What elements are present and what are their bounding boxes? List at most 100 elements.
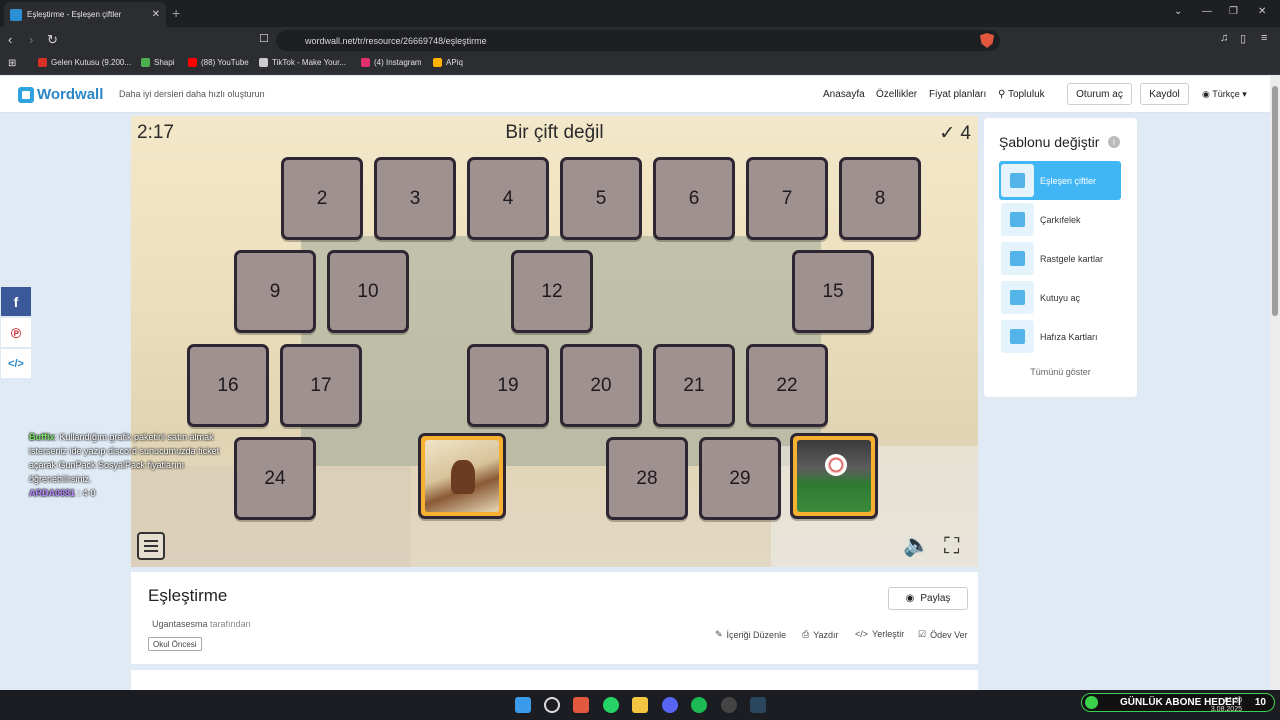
- template-wheel[interactable]: Çarkıfelek: [999, 200, 1121, 239]
- steam-icon[interactable]: [750, 697, 766, 713]
- brave-shield-icon[interactable]: [980, 33, 994, 48]
- card-28[interactable]: 28: [606, 437, 688, 520]
- card-3[interactable]: 3: [374, 157, 456, 240]
- bookmark-shapi[interactable]: Shapi: [141, 58, 174, 67]
- embed-link[interactable]: </> Yerleştir: [855, 629, 904, 639]
- address-bar[interactable]: wordwall.net/tr/resource/26669748/eşleşt…: [276, 30, 1000, 51]
- language-selector[interactable]: ◉ Türkçe ▾: [1202, 89, 1247, 100]
- card-20[interactable]: 20: [560, 344, 642, 427]
- pinterest-icon: ℗: [10, 324, 22, 341]
- card-17[interactable]: 17: [280, 344, 362, 427]
- card-5[interactable]: 5: [560, 157, 642, 240]
- tab-title: Eşleştirme - Eşleşen çiftler: [27, 10, 122, 19]
- template-matching-pairs[interactable]: Eşleşen çiftler: [999, 161, 1121, 200]
- edit-content-link[interactable]: ✎ İçeriği Düzenle: [715, 629, 786, 640]
- info-icon[interactable]: i: [1108, 136, 1120, 148]
- tab-search-icon[interactable]: ⌄: [1174, 6, 1182, 17]
- brave-browser-icon[interactable]: [573, 697, 589, 713]
- pinterest-share-button[interactable]: ℗: [1, 318, 31, 347]
- shapi-icon: [141, 58, 150, 67]
- template-random-cards[interactable]: Rastgele kartlar: [999, 239, 1121, 278]
- card-15[interactable]: 15: [792, 250, 874, 333]
- template-switcher-panel: Şablonu değiştir i Eşleşen çiftler Çarkı…: [984, 118, 1137, 397]
- browser-toolbar: ‹ › ↻ ☐ wordwall.net/tr/resource/2666974…: [0, 27, 1280, 54]
- login-button[interactable]: Oturum aç: [1067, 83, 1132, 105]
- card-24[interactable]: 24: [234, 437, 316, 520]
- facebook-share-button[interactable]: f: [1, 287, 31, 316]
- card-9[interactable]: 9: [234, 250, 316, 333]
- forward-icon[interactable]: ›: [29, 32, 33, 47]
- card-29[interactable]: 29: [699, 437, 781, 520]
- card-21[interactable]: 21: [653, 344, 735, 427]
- print-link[interactable]: ⎙ Yazdır: [802, 629, 839, 640]
- new-tab-button[interactable]: +: [172, 5, 180, 21]
- taskbar-search-icon[interactable]: [544, 697, 560, 713]
- card-2[interactable]: 2: [281, 157, 363, 240]
- share-button[interactable]: ◉ Paylaş: [888, 587, 968, 610]
- minimize-icon[interactable]: —: [1202, 6, 1212, 17]
- nav-pricing[interactable]: Fiyat planları: [929, 89, 986, 100]
- system-clock[interactable]: 01:30 3.08.2025: [1211, 696, 1242, 714]
- obs-icon[interactable]: [721, 697, 737, 713]
- flash-cards-icon: [1001, 320, 1034, 353]
- assign-link[interactable]: ☑ Ödev Ver: [918, 629, 968, 640]
- card-7[interactable]: 7: [746, 157, 828, 240]
- nav-home[interactable]: Anasayfa: [823, 89, 865, 100]
- embed-icon: </>: [8, 357, 24, 370]
- card-22[interactable]: 22: [746, 344, 828, 427]
- card-12[interactable]: 12: [511, 250, 593, 333]
- card-8[interactable]: 8: [839, 157, 921, 240]
- file-explorer-icon[interactable]: [632, 697, 648, 713]
- card-6[interactable]: 6: [653, 157, 735, 240]
- sound-toggle-icon[interactable]: 🔈: [903, 532, 930, 558]
- site-header: Wordwall Daha iyi dersleri daha hızlı ol…: [0, 76, 1270, 113]
- apps-icon[interactable]: ⊞: [8, 58, 16, 69]
- activity-info-card: Eşleştirme Ugantasesma tarafından Okul Ö…: [131, 572, 978, 664]
- next-section-card: [131, 670, 978, 690]
- bookmark-instagram[interactable]: (4) Instagram: [361, 58, 422, 67]
- media-icon[interactable]: ♫: [1220, 32, 1228, 44]
- wordwall-logo[interactable]: Wordwall: [18, 86, 103, 103]
- close-tab-icon[interactable]: ✕: [152, 9, 160, 20]
- whatsapp-icon[interactable]: [603, 697, 619, 713]
- bookmark-tiktok[interactable]: TikTok - Make Your...: [259, 58, 346, 67]
- nav-community[interactable]: ⚲ Topluluk: [998, 89, 1045, 100]
- bookmark-apiq[interactable]: APiq: [433, 58, 463, 67]
- back-icon[interactable]: ‹: [8, 32, 12, 47]
- wordwall-favicon-icon: [10, 8, 22, 21]
- scrollbar-thumb[interactable]: [1272, 86, 1278, 316]
- spotify-icon[interactable]: [691, 697, 707, 713]
- tiktok-icon: [259, 58, 268, 67]
- bookmark-gmail[interactable]: Gelen Kutusu (9.200...: [38, 58, 131, 67]
- subscriber-goal-count: 10: [1254, 697, 1266, 708]
- signup-button[interactable]: Kaydol: [1140, 83, 1189, 105]
- fullscreen-icon[interactable]: ⛶: [944, 533, 959, 559]
- template-open-box[interactable]: Kutuyu aç: [999, 278, 1121, 317]
- embed-share-button[interactable]: </>: [1, 349, 31, 378]
- windows-start-icon[interactable]: [515, 697, 531, 713]
- game-menu-button[interactable]: [137, 532, 165, 560]
- browser-tab[interactable]: Eşleştirme - Eşleşen çiftler ✕: [4, 2, 166, 27]
- show-all-link[interactable]: Tümünü göster: [984, 367, 1137, 377]
- random-cards-icon: [1001, 242, 1034, 275]
- bookmark-youtube[interactable]: (88) YouTube: [188, 58, 249, 67]
- card-19[interactable]: 19: [467, 344, 549, 427]
- page-scrollbar[interactable]: [1270, 76, 1280, 690]
- card-4[interactable]: 4: [467, 157, 549, 240]
- card-revealed-football[interactable]: [790, 433, 878, 519]
- menu-icon[interactable]: ≡: [1261, 32, 1267, 44]
- discord-icon[interactable]: [662, 697, 678, 713]
- sidebar-toggle-icon[interactable]: ▯: [1240, 32, 1246, 45]
- template-flash-cards[interactable]: Hafıza Kartları: [999, 317, 1121, 356]
- maximize-icon[interactable]: ❐: [1229, 6, 1238, 17]
- category-tag[interactable]: Okul Öncesi: [148, 637, 202, 651]
- card-16[interactable]: 16: [187, 344, 269, 427]
- bookmark-icon[interactable]: ☐: [259, 32, 269, 45]
- card-10[interactable]: 10: [327, 250, 409, 333]
- card-revealed-rider[interactable]: [418, 433, 506, 519]
- close-window-icon[interactable]: ✕: [1258, 6, 1266, 17]
- reload-icon[interactable]: ↻: [47, 32, 58, 48]
- nav-features[interactable]: Özellikler: [876, 89, 917, 100]
- chat-message-1: : Kullandığım grafik paketini satın alma…: [29, 432, 220, 484]
- author-name[interactable]: Ugantasesma: [152, 619, 208, 629]
